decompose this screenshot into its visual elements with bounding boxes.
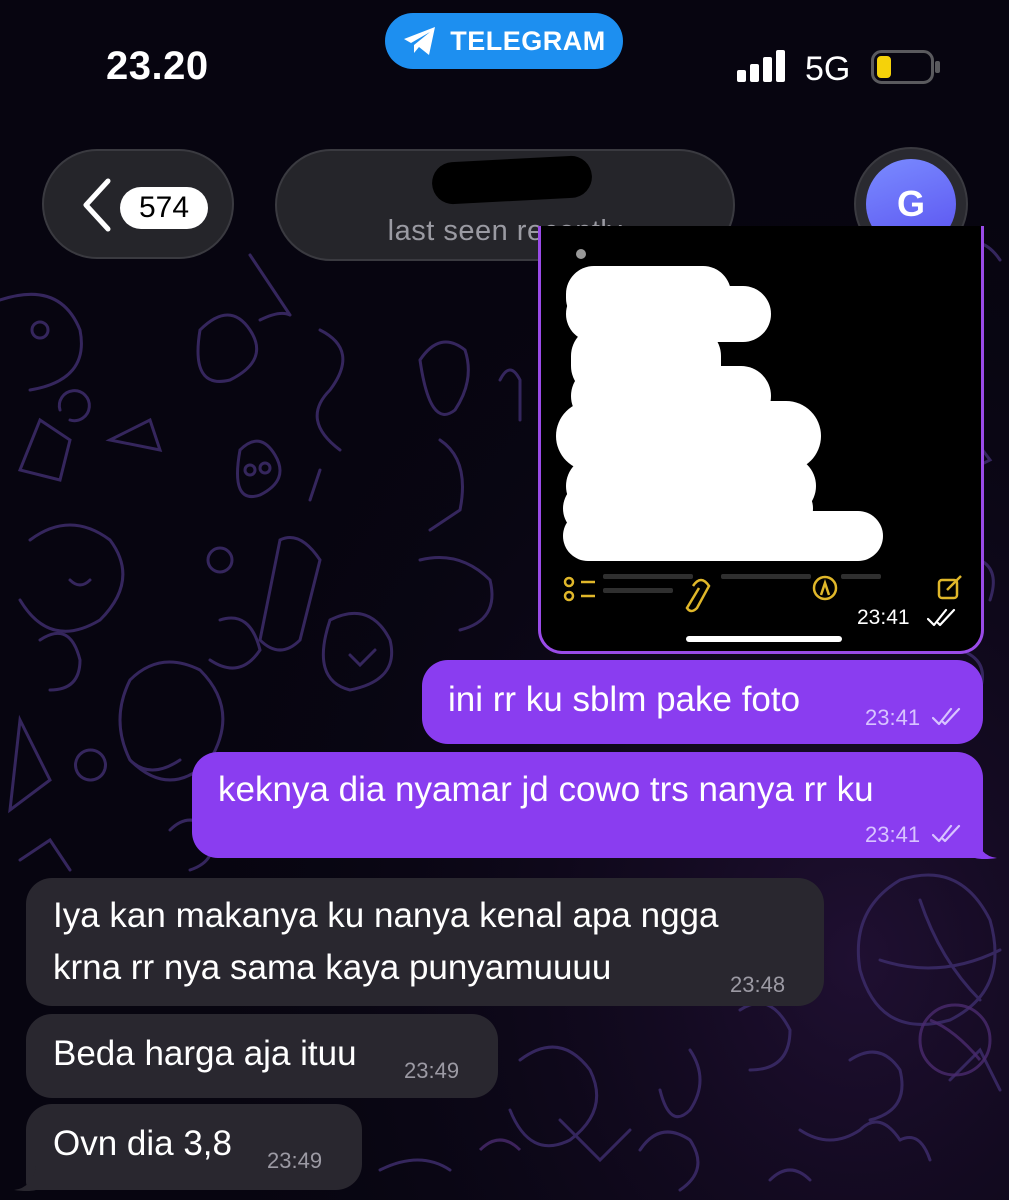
message-time: 23:49 <box>267 1148 323 1173</box>
source-label: TELEGRAM <box>450 25 606 56</box>
outgoing-message[interactable]: ini rr ku sblm pake foto 23:41 <box>422 660 983 744</box>
photo-message[interactable]: 23:41 <box>538 226 984 654</box>
message-time: 23:41 <box>865 705 921 730</box>
chevron-left-icon <box>83 178 111 232</box>
message-text: Beda harga aja ituu <box>53 1034 357 1073</box>
photo-redacted-content <box>556 249 962 642</box>
outgoing-message[interactable]: keknya dia nyamar jd cowo trs nanya rr k… <box>192 752 983 858</box>
telegram-icon <box>404 27 436 55</box>
double-check-icon <box>932 824 961 843</box>
double-check-icon <box>927 608 956 627</box>
incoming-message[interactable]: Iya kan makanya ku nanya kenal apa ngga … <box>26 878 824 1006</box>
message-time: 23:41 <box>865 822 921 847</box>
message-time: 23:41 <box>857 606 910 629</box>
bubble-tail <box>14 1166 36 1191</box>
double-check-icon <box>932 707 961 726</box>
message-time: 23:48 <box>730 972 786 997</box>
message-text: krna rr nya sama kaya punyamuuuu <box>53 948 612 987</box>
status-bar: 23.20 TELEGRAM 5G <box>0 0 1009 120</box>
message-time: 23:49 <box>404 1058 460 1083</box>
contact-name-redacted <box>431 154 593 206</box>
incoming-message[interactable]: Beda harga aja ituu 23:49 <box>26 1014 498 1098</box>
incoming-message[interactable]: Ovn dia 3,8 23:49 <box>26 1104 362 1190</box>
message-text: Ovn dia 3,8 <box>53 1124 232 1163</box>
back-button[interactable]: 574 <box>42 149 234 259</box>
status-time: 23.20 <box>106 44 209 88</box>
telegram-source-badge[interactable]: TELEGRAM <box>385 13 623 69</box>
signal-bars-icon <box>737 50 785 82</box>
message-text: keknya dia nyamar jd cowo trs nanya rr k… <box>218 770 874 809</box>
bubble-tail <box>975 834 997 859</box>
network-type: 5G <box>805 50 851 88</box>
message-text: ini rr ku sblm pake foto <box>448 680 801 719</box>
unread-count-badge: 574 <box>120 187 208 229</box>
message-text: Iya kan makanya ku nanya kenal apa ngga <box>53 896 719 935</box>
battery-low-icon <box>871 50 940 84</box>
